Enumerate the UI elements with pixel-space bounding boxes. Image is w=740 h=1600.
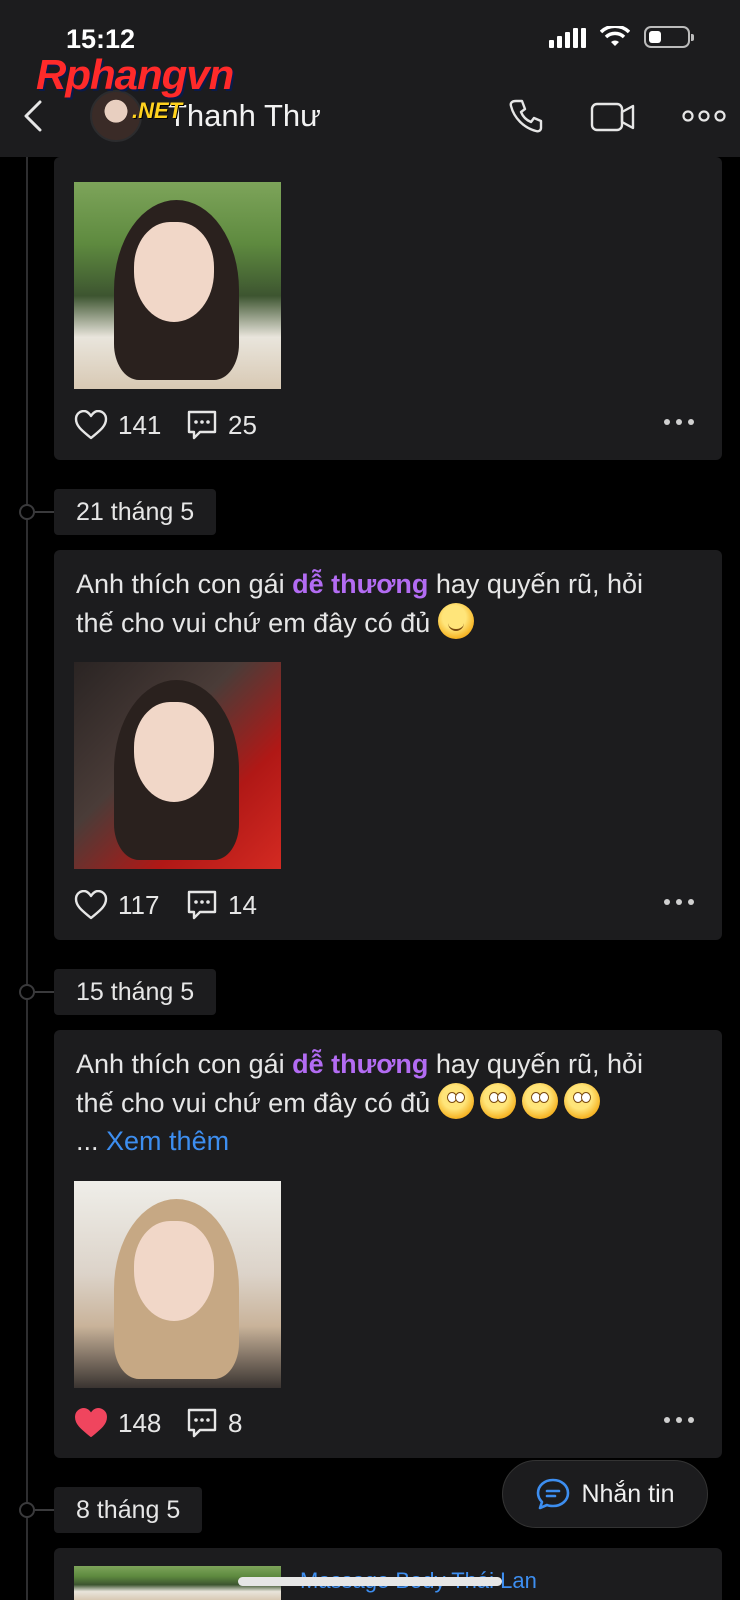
phone-icon[interactable]: [508, 98, 544, 134]
post-text-highlight[interactable]: dễ thương: [292, 1049, 428, 1079]
timeline-tick: [35, 991, 55, 993]
post-more-button[interactable]: [664, 899, 694, 905]
like-count: 117: [118, 889, 160, 920]
date-chip: 21 tháng 5: [54, 489, 217, 535]
like-count: 148: [118, 1407, 162, 1438]
like-button[interactable]: 141: [74, 405, 161, 445]
like-count: 141: [118, 409, 162, 440]
eye-roll-emoji-icon: [521, 1083, 558, 1119]
comment-count: 25: [228, 409, 257, 440]
like-button[interactable]: 117: [74, 885, 159, 925]
comment-button[interactable]: 25: [186, 405, 257, 445]
watermark-logo: Rphangvn: [36, 51, 234, 98]
post-text: Anh thích con gái dễ thương hay quyến rũ…: [76, 565, 682, 642]
heart-icon: [74, 410, 108, 440]
post-photo[interactable]: [74, 1181, 281, 1388]
comment-count: 14: [228, 889, 257, 920]
comment-button[interactable]: 14: [186, 885, 257, 925]
contact-name[interactable]: Thanh Thư: [168, 98, 321, 134]
post-card: 141 25: [54, 157, 722, 460]
signal-icon: [549, 26, 586, 48]
like-button[interactable]: 148: [74, 1403, 161, 1443]
eye-roll-emoji-icon: [479, 1083, 516, 1119]
post-text-part: Anh thích con gái: [76, 569, 293, 599]
post-text-part: Anh thích con gái: [76, 1049, 293, 1079]
post-text: Anh thích con gái dễ thương hay quyến rũ…: [76, 1045, 682, 1160]
date-chip: 15 tháng 5: [54, 969, 217, 1015]
more-horizontal-icon[interactable]: [682, 98, 726, 134]
post-more-button[interactable]: [664, 419, 694, 425]
post-card: Anh thích con gái dễ thương hay quyến rũ…: [54, 1030, 722, 1458]
comment-icon: [187, 890, 217, 920]
eye-roll-emoji-icon: [437, 1083, 474, 1119]
timeline-dot: [19, 984, 35, 1000]
timeline-tick: [35, 511, 55, 513]
chevron-left-icon[interactable]: [18, 98, 48, 134]
chat-bubble-icon: [537, 1478, 570, 1510]
comment-count: 8: [228, 1407, 243, 1438]
timeline-dot: [19, 504, 35, 520]
message-button-label: Nhắn tin: [581, 1479, 675, 1508]
timeline-tick: [35, 1509, 55, 1511]
heart-filled-icon: [75, 1408, 107, 1437]
message-button[interactable]: Nhắn tin: [502, 1460, 708, 1528]
heart-icon: [74, 890, 108, 920]
status-icons: [549, 26, 694, 48]
watermark-logo-sub: .NET: [132, 98, 183, 123]
post-ellipsis: ...: [76, 1126, 99, 1156]
post-more-button[interactable]: [664, 1417, 694, 1423]
smile-emoji-icon: [437, 603, 474, 639]
wifi-icon: [600, 26, 630, 46]
comment-button[interactable]: 8: [186, 1403, 242, 1443]
battery-icon: [644, 26, 694, 48]
post-photo[interactable]: [74, 662, 281, 869]
date-chip: 8 tháng 5: [54, 1487, 203, 1533]
eye-roll-emoji-icon: [563, 1083, 600, 1119]
video-camera-icon[interactable]: [590, 98, 636, 134]
post-card: Anh thích con gái dễ thương hay quyến rũ…: [54, 550, 722, 940]
post-actions: 148 8: [74, 1403, 702, 1443]
comment-icon: [187, 1408, 217, 1438]
home-indicator[interactable]: [238, 1577, 502, 1586]
see-more-link[interactable]: Xem thêm: [106, 1126, 229, 1156]
timeline-line: [26, 157, 28, 1600]
timeline-dot: [19, 1502, 35, 1518]
post-actions: 141 25: [74, 405, 702, 445]
post-text-highlight[interactable]: dễ thương: [292, 569, 428, 599]
comment-icon: [187, 410, 217, 440]
post-photo[interactable]: [74, 182, 281, 389]
post-actions: 117 14: [74, 885, 702, 925]
